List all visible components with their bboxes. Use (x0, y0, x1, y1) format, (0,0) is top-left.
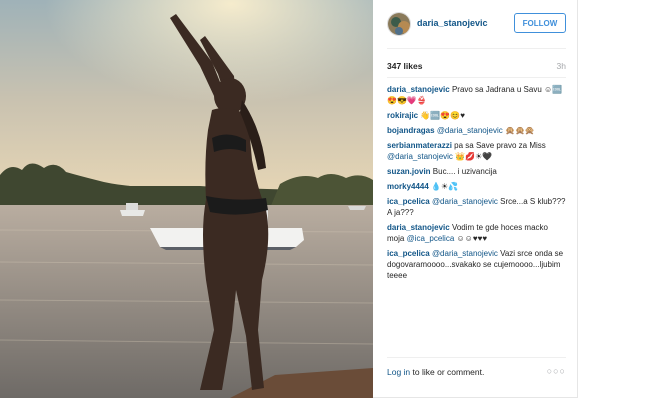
post-time: 3h (556, 61, 566, 71)
comment-username[interactable]: daria_stanojevic (387, 223, 450, 232)
comment-username[interactable]: suzan.jovin (387, 167, 431, 176)
follow-button[interactable]: FOLLOW (514, 13, 566, 33)
divider (387, 48, 566, 49)
post-footer: Log in to like or comment. ○○○ (387, 366, 566, 377)
comment: morky4444 💧☀💦 (387, 181, 567, 192)
comment: ica_pcelica @daria_stanojevic Srce...a S… (387, 196, 567, 218)
comment-username[interactable]: ica_pcelica (387, 197, 430, 206)
post-username[interactable]: daria_stanojevic (417, 18, 488, 28)
comment-mention[interactable]: @daria_stanojevic (387, 152, 453, 161)
comment: daria_stanojevic Pravo sa Jadrana u Savu… (387, 84, 567, 106)
comment: daria_stanojevic Vodim te gde hoces mack… (387, 222, 567, 244)
comment-mention[interactable]: @daria_stanojevic (432, 197, 498, 206)
divider (387, 77, 566, 78)
comment-text: ☺☺♥♥♥ (456, 234, 488, 243)
comment-text: 👋🆒😍😊♥ (420, 111, 465, 120)
comment-mention[interactable]: @ica_pcelica (407, 234, 455, 243)
comment-username[interactable]: bojandragas (387, 126, 435, 135)
comment-text: 🙊🙊🙊 (504, 126, 535, 135)
comment: rokirajic 👋🆒😍😊♥ (387, 110, 567, 121)
comments-list: daria_stanojevic Pravo sa Jadrana u Savu… (387, 84, 567, 285)
avatar[interactable] (387, 12, 411, 36)
comment: bojandragas @daria_stanojevic 🙊🙊🙊 (387, 125, 567, 136)
comment-text: pa sa Save pravo za Miss (454, 141, 546, 150)
comment-username[interactable]: ica_pcelica (387, 249, 430, 258)
comment-text: 💧☀💦 (431, 182, 459, 191)
divider (387, 357, 566, 358)
more-options-icon[interactable]: ○○○ (547, 366, 566, 376)
comment-text: Buc.... i uzivancija (432, 167, 497, 176)
likes-count[interactable]: 347 likes (387, 61, 422, 71)
login-prompt: to like or comment. (410, 367, 485, 377)
comment-username[interactable]: morky4444 (387, 182, 429, 191)
post-card: daria_stanojevic FOLLOW 347 likes 3h dar… (0, 0, 578, 398)
comment-text: 👑💋☀🖤 (455, 152, 493, 161)
comment-mention[interactable]: @daria_stanojevic (437, 126, 503, 135)
comment-mention[interactable]: @daria_stanojevic (432, 249, 498, 258)
comment-username[interactable]: daria_stanojevic (387, 85, 450, 94)
comment-username[interactable]: serbianmaterazzi (387, 141, 452, 150)
post-photo[interactable] (0, 0, 373, 398)
login-link[interactable]: Log in (387, 367, 410, 377)
comment-username[interactable]: rokirajic (387, 111, 418, 120)
comment: ica_pcelica @daria_stanojevic Vazi srce … (387, 248, 567, 281)
comment: serbianmaterazzi pa sa Save pravo za Mis… (387, 140, 567, 162)
photo-image (0, 0, 373, 398)
avatar-image (388, 13, 410, 35)
post-sidebar: daria_stanojevic FOLLOW 347 likes 3h dar… (373, 0, 578, 398)
post-header: daria_stanojevic FOLLOW (387, 10, 566, 38)
comment: suzan.jovin Buc.... i uzivancija (387, 166, 567, 177)
